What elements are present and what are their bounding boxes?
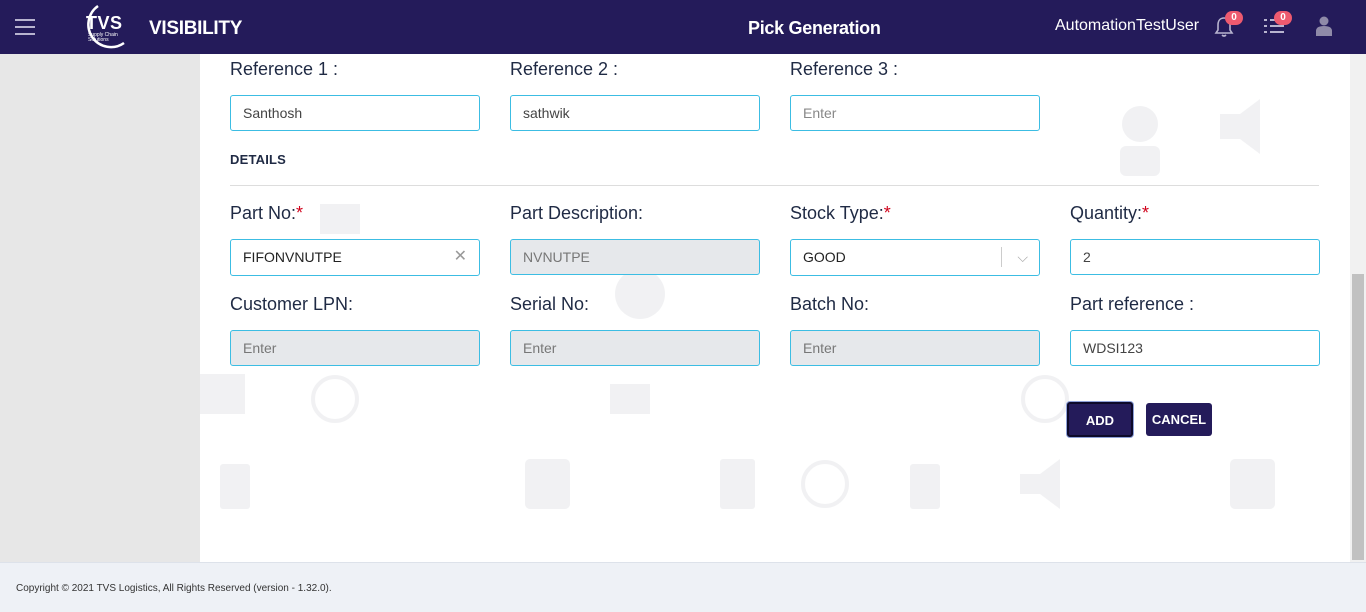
notifications-badge: 0 [1225,11,1243,25]
sidebar [0,54,200,562]
tasks-badge: 0 [1274,11,1292,25]
hamburger-menu-icon[interactable] [15,19,35,35]
serial-no-label: Serial No: [510,294,590,314]
reference-3-label: Reference 3 : [790,59,899,79]
footer: Copyright © 2021 TVS Logistics, All Righ… [0,562,1366,612]
scrollbar-thumb[interactable] [1352,274,1364,560]
part-no-value: FIFONVNUTPE [243,249,342,265]
stock-type-select[interactable]: GOOD ⌵ [790,239,1040,276]
part-description-input: NVNUTPE [510,239,760,275]
reference-1-input[interactable]: Santhosh [230,95,480,131]
quantity-input[interactable]: 2 [1070,239,1320,275]
reference-2-input[interactable]: sathwik [510,95,760,131]
section-divider [230,185,1319,186]
brand-name: VISIBILITY [149,18,243,39]
reference-3-input[interactable]: Enter [790,95,1040,131]
part-description-label: Part Description: [510,203,644,223]
scrollbar[interactable] [1350,54,1366,562]
serial-no-input: Enter [510,330,760,366]
cancel-button[interactable]: CANCEL [1146,403,1212,436]
details-section-title: DETAILS [230,152,287,167]
top-navbar: TVS Supply Chain Solutions VISIBILITY Pi… [0,0,1366,54]
part-reference-label: Part reference : [1070,294,1195,314]
stock-type-label: Stock Type:* [790,203,891,223]
chevron-down-icon[interactable]: ⌵ [1017,240,1028,274]
part-no-input[interactable]: FIFONVNUTPE ✕ [230,239,480,276]
part-no-label: Part No:* [230,203,304,223]
user-name[interactable]: AutomationTestUser [1055,17,1199,35]
select-separator [1001,247,1002,267]
customer-lpn-label: Customer LPN: [230,294,354,314]
reference-1-label: Reference 1 : [230,59,339,79]
add-button[interactable]: ADD [1067,402,1133,437]
customer-lpn-input: Enter [230,330,480,366]
batch-no-input: Enter [790,330,1040,366]
stock-type-value: GOOD [803,249,846,265]
reference-2-label: Reference 2 : [510,59,619,79]
logo-text: TVS [86,13,123,33]
notifications-button[interactable]: 0 [1214,11,1243,43]
part-reference-input[interactable]: WDSI123 [1070,330,1320,366]
required-mark: * [1142,203,1150,223]
quantity-label: Quantity:* [1070,203,1150,223]
profile-button[interactable] [1316,16,1332,41]
copyright-text: Copyright © 2021 TVS Logistics, All Righ… [16,583,332,594]
clear-icon[interactable]: ✕ [454,240,467,274]
tasks-button[interactable]: 0 [1263,11,1292,40]
required-mark: * [883,203,891,223]
required-mark: * [296,203,304,223]
user-icon [1316,16,1332,36]
batch-no-label: Batch No: [790,294,870,314]
page-title: Pick Generation [748,18,881,38]
main-content: Reference 1 : Santhosh Reference 2 : sat… [200,54,1350,562]
logo-subtext: Supply Chain Solutions [88,32,118,43]
